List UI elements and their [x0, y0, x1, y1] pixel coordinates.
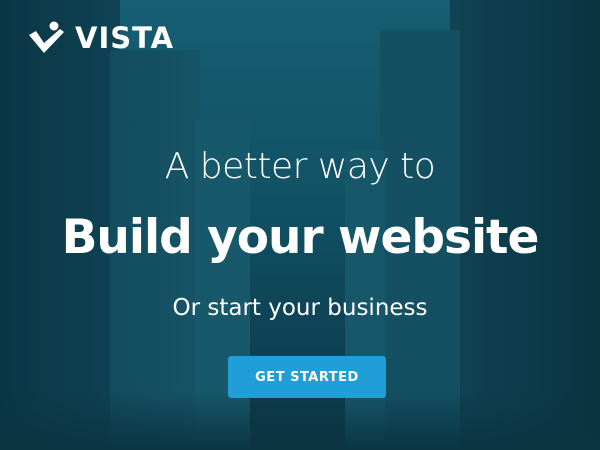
headline-line-1: A better way to — [164, 146, 436, 187]
brand-logo[interactable]: VISTA — [27, 19, 174, 57]
brand-name: VISTA — [75, 21, 175, 55]
hero-section: VISTA A better way to Build your website… — [0, 0, 600, 450]
checkmark-star-icon — [29, 21, 64, 53]
subheadline: Or start your business — [172, 295, 428, 321]
get-started-button[interactable]: GET STARTED — [228, 356, 386, 398]
headline-line-2: Build your website — [61, 210, 540, 265]
